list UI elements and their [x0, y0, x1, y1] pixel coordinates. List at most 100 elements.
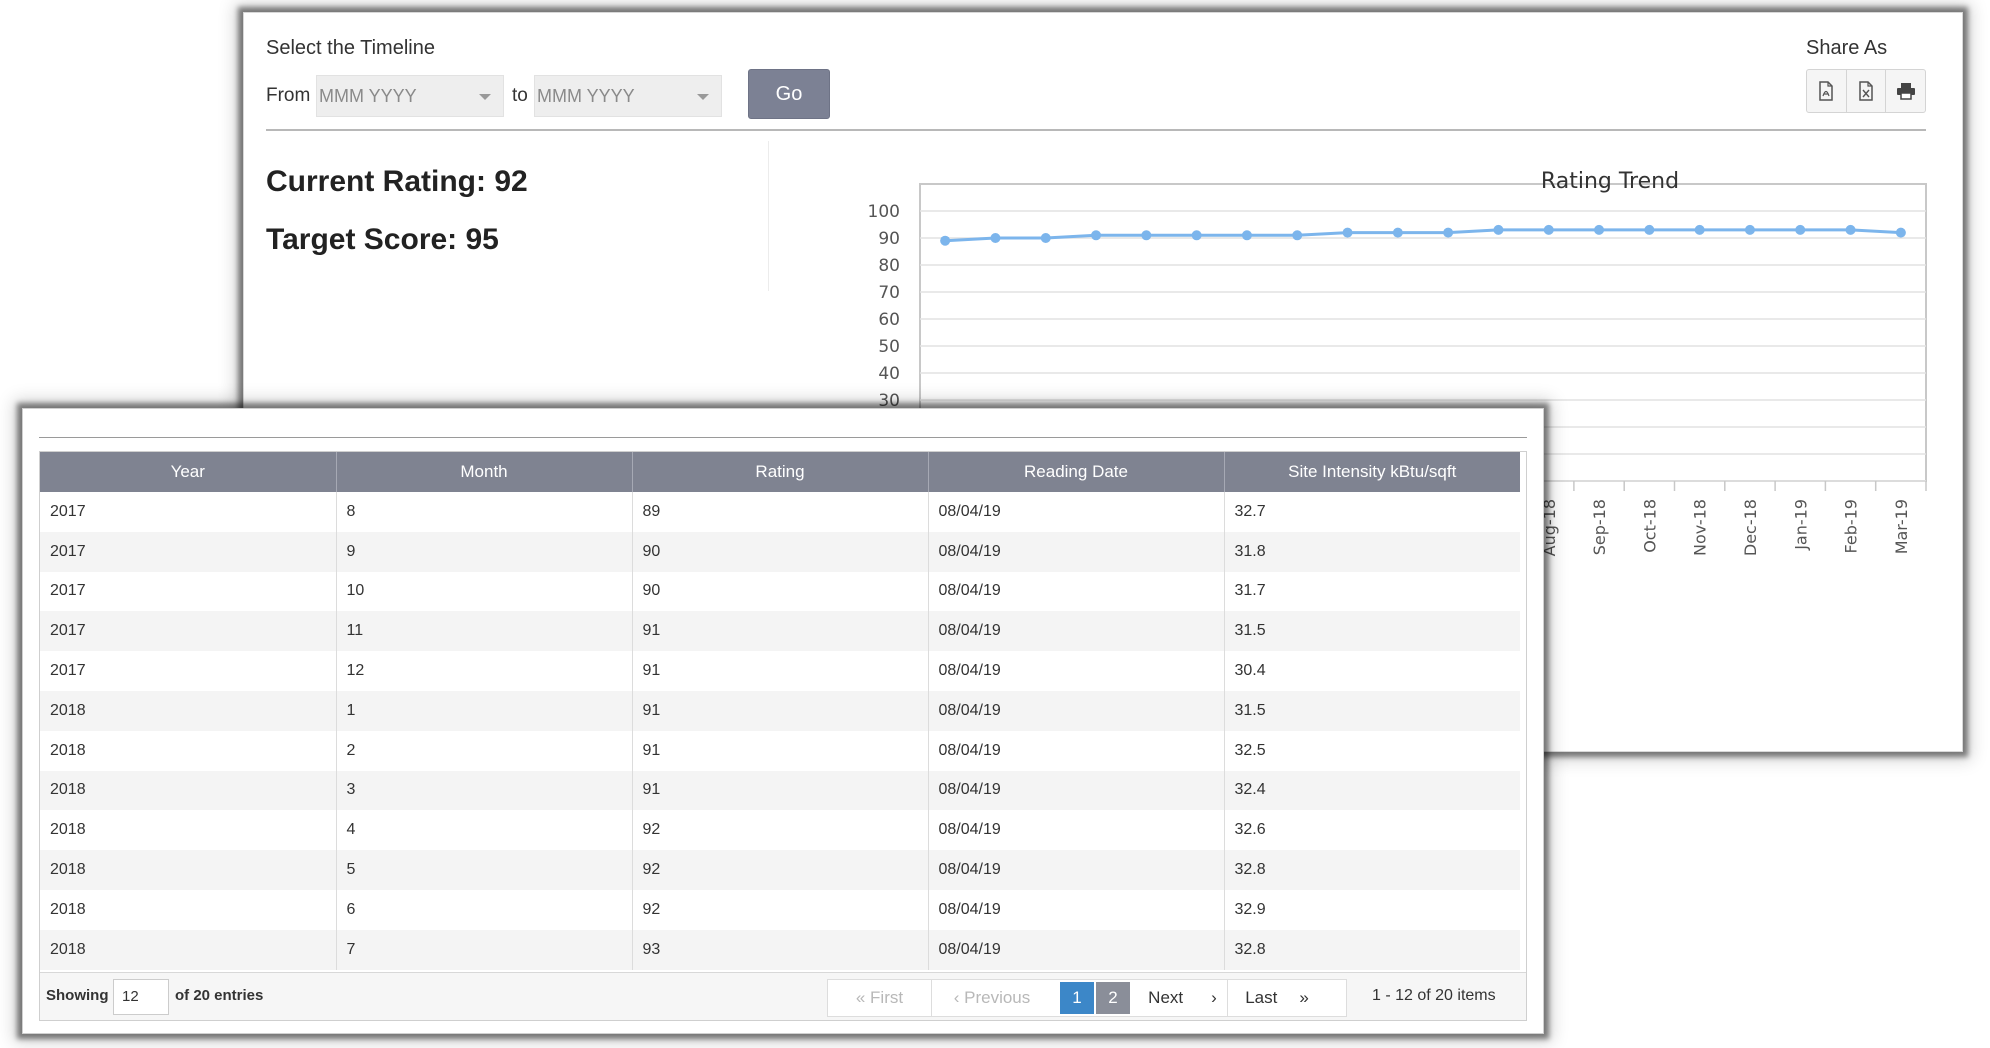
- data-point: [1744, 224, 1755, 235]
- screenshot-stage: Select the Timeline From MMM YYYY to MMM…: [0, 0, 1990, 1048]
- x-tick-label: Mar-19: [1892, 499, 1911, 554]
- table-cell: 91: [632, 611, 929, 652]
- table-cell: 2018: [40, 770, 337, 811]
- data-point: [1392, 227, 1403, 238]
- table-cell: 92: [632, 850, 929, 890]
- from-label: From: [266, 85, 311, 106]
- share-pdf-button[interactable]: [1807, 70, 1847, 112]
- chevron-down-icon: [697, 94, 709, 100]
- data-point: [1091, 230, 1102, 241]
- table-row[interactable]: 2017 12 91 08/04/19 30.4: [40, 651, 1520, 691]
- column-header[interactable]: Year: [40, 452, 337, 492]
- summary-divider: [768, 141, 769, 291]
- page-2-button[interactable]: 2: [1096, 982, 1130, 1014]
- table-row[interactable]: 2018 4 92 08/04/19 32.6: [40, 810, 1520, 851]
- rating-grid: Year Month Rating Reading Date Site Intensit…: [39, 451, 1527, 1021]
- table-cell: 4: [336, 810, 633, 851]
- first-page-button[interactable]: « First: [828, 980, 932, 1016]
- table-cell: 08/04/19: [928, 810, 1225, 851]
- table-cell: 2018: [40, 850, 337, 890]
- data-point: [1241, 230, 1252, 241]
- column-header[interactable]: Rating: [632, 452, 929, 492]
- to-date-value: MMM YYYY: [537, 86, 635, 106]
- y-tick-label: 50: [878, 337, 900, 357]
- table-row[interactable]: 2018 2 91 08/04/19 32.5: [40, 730, 1520, 771]
- y-tick-label: 90: [878, 229, 900, 249]
- table-cell: 89: [632, 492, 929, 532]
- rating-table: Year Month Rating Reading Date Site Intensit…: [40, 452, 1520, 970]
- data-point: [1443, 227, 1454, 238]
- table-cell: 08/04/19: [928, 730, 1225, 771]
- table-cell: 2017: [40, 571, 337, 612]
- table-cell: 32.4: [1224, 770, 1520, 811]
- data-point: [990, 233, 1001, 243]
- to-date-select[interactable]: MMM YYYY: [534, 75, 722, 117]
- table-cell: 08/04/19: [928, 850, 1225, 890]
- y-tick-label: 80: [878, 256, 900, 276]
- table-cell: 2017: [40, 611, 337, 652]
- chart-title: Rating Trend: [1541, 169, 1679, 194]
- table-cell: 93: [632, 929, 929, 970]
- table-cell: 2018: [40, 889, 337, 930]
- table-row[interactable]: 2017 11 91 08/04/19 31.5: [40, 611, 1520, 652]
- x-tick-label: Dec-18: [1741, 499, 1760, 556]
- next-page-button[interactable]: Next ›: [1130, 980, 1228, 1016]
- y-tick-label: 100: [868, 202, 900, 222]
- table-cell: 9: [336, 531, 633, 572]
- page-1-button[interactable]: 1: [1060, 982, 1094, 1014]
- data-point: [1141, 230, 1152, 241]
- current-rating: Current Rating: 92: [266, 165, 528, 198]
- table-row[interactable]: 2017 9 90 08/04/19 31.8: [40, 531, 1520, 572]
- y-tick-label: 60: [878, 310, 900, 330]
- from-date-select[interactable]: MMM YYYY: [316, 75, 504, 117]
- page-size-input[interactable]: 12: [113, 979, 169, 1015]
- print-icon: [1896, 83, 1915, 100]
- table-row[interactable]: 2017 8 89 08/04/19 32.7: [40, 492, 1520, 532]
- go-button[interactable]: Go: [748, 69, 830, 119]
- to-label: to: [512, 85, 528, 106]
- share-button-group: [1806, 69, 1926, 113]
- table-row[interactable]: 2018 6 92 08/04/19 32.9: [40, 889, 1520, 930]
- data-point: [1594, 224, 1605, 235]
- table-cell: 08/04/19: [928, 770, 1225, 811]
- last-page-button[interactable]: Last »: [1228, 980, 1326, 1016]
- table-cell: 2018: [40, 730, 337, 771]
- data-point: [1342, 227, 1353, 238]
- table-row[interactable]: 2018 3 91 08/04/19 32.4: [40, 770, 1520, 811]
- column-header[interactable]: Reading Date: [928, 452, 1225, 492]
- y-tick-label: 70: [878, 283, 900, 303]
- chevron-right-icon: ›: [1211, 988, 1217, 1007]
- previous-page-button[interactable]: ‹ Previous: [932, 980, 1052, 1016]
- table-cell: 32.7: [1224, 492, 1520, 532]
- header-divider: [266, 129, 1926, 131]
- table-cell: 3: [336, 770, 633, 811]
- table-header-row: Year Month Rating Reading Date Site Intensit…: [40, 452, 1520, 492]
- rating-table-panel: Year Month Rating Reading Date Site Intensit…: [22, 408, 1544, 1034]
- data-point: [1795, 224, 1806, 235]
- share-excel-button[interactable]: [1847, 70, 1887, 112]
- table-cell: 08/04/19: [928, 571, 1225, 612]
- table-cell: 1: [336, 690, 633, 731]
- table-cell: 08/04/19: [928, 690, 1225, 731]
- table-row[interactable]: 2018 7 93 08/04/19 32.8: [40, 929, 1520, 970]
- table-cell: 2018: [40, 690, 337, 731]
- x-tick-label: Sep-18: [1590, 499, 1609, 555]
- table-cell: 08/04/19: [928, 492, 1225, 532]
- table-row[interactable]: 2018 1 91 08/04/19 31.5: [40, 690, 1520, 731]
- table-row[interactable]: 2017 10 90 08/04/19 31.7: [40, 571, 1520, 612]
- x-tick-label: Nov-18: [1691, 499, 1710, 556]
- data-point: [1694, 224, 1705, 235]
- data-point: [1493, 224, 1504, 235]
- column-header[interactable]: Month: [336, 452, 633, 492]
- table-body: 2017 8 89 08/04/19 32.7 2017 9 90 08/04/19 31.8 20…: [40, 492, 1520, 970]
- table-cell: 2017: [40, 492, 337, 532]
- table-cell: 31.7: [1224, 571, 1520, 612]
- showing-label: Showing: [46, 987, 109, 1004]
- table-cell: 08/04/19: [928, 611, 1225, 652]
- table-cell: 91: [632, 770, 929, 811]
- data-point: [1040, 233, 1051, 243]
- data-point: [1191, 230, 1202, 241]
- column-header[interactable]: Site Intensity kBtu/sqft: [1224, 452, 1520, 492]
- table-row[interactable]: 2018 5 92 08/04/19 32.8: [40, 850, 1520, 890]
- share-print-button[interactable]: [1886, 70, 1925, 112]
